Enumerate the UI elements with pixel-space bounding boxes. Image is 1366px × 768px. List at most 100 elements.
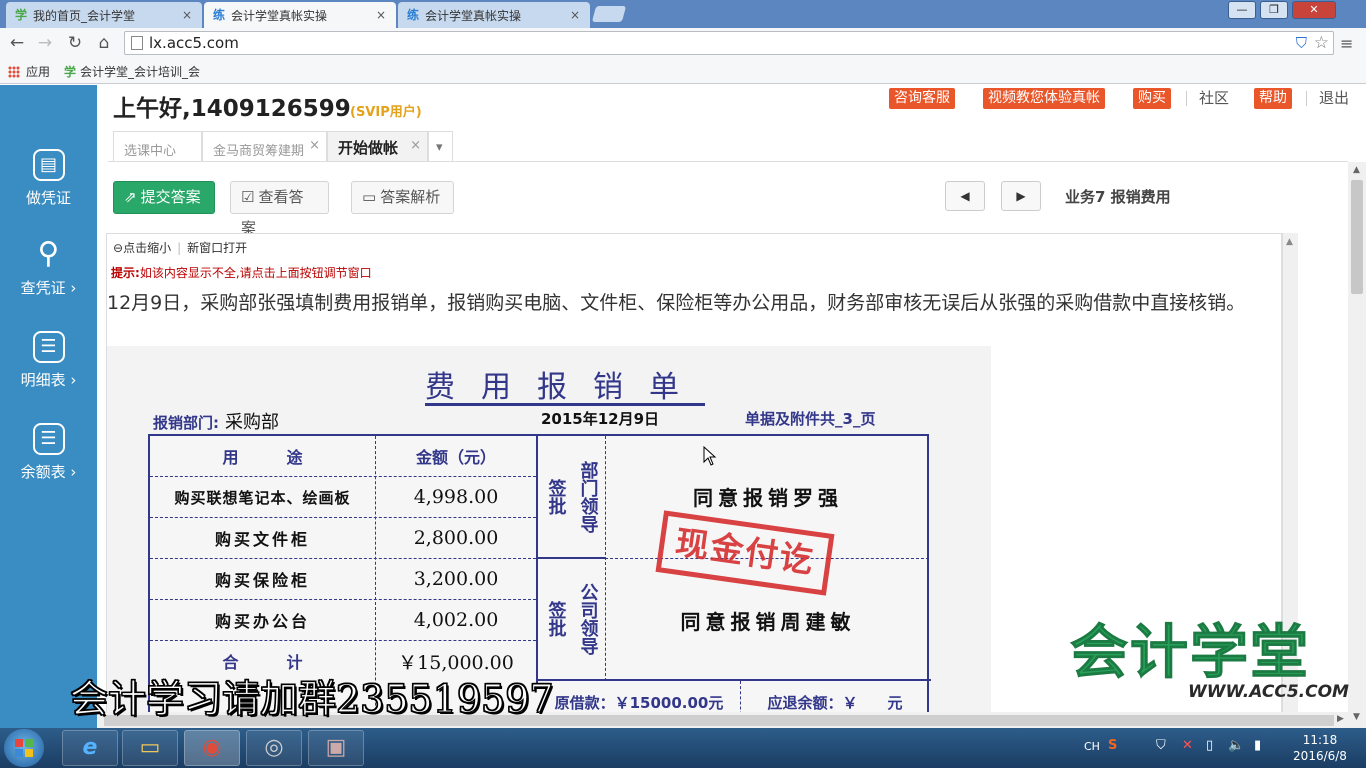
voucher-attachments: 单据及附件共_3_页 xyxy=(745,410,876,428)
community-link[interactable]: 社区 xyxy=(1199,88,1229,109)
divider: | xyxy=(177,241,182,255)
tabs-dropdown-icon[interactable]: ▾ xyxy=(428,131,453,161)
new-tab-button[interactable] xyxy=(591,6,627,22)
help-link[interactable]: 帮助 xyxy=(1254,88,1292,109)
tab-close-icon[interactable]: × xyxy=(410,138,421,153)
bookmark-acc5[interactable]: 学 会计学堂_会计培训_会 xyxy=(64,63,200,80)
frame-toolbar: ⊖点击缩小 | 新窗口打开 xyxy=(113,239,247,256)
list-icon: ☰ xyxy=(32,423,65,455)
menu-icon[interactable]: ≡ xyxy=(1340,34,1353,53)
tab-jinma-prep[interactable]: 金马商贸筹建期 × xyxy=(202,131,327,161)
next-business-button[interactable]: ▶ xyxy=(1001,181,1041,211)
volume-icon[interactable]: 🔈 xyxy=(1228,738,1244,753)
sidebar-item-label: 做凭证 xyxy=(25,189,71,207)
sidebar-item-balance-sheet[interactable]: ☰ 余额表 › xyxy=(0,423,97,482)
security-shield-icon[interactable]: ⛉ xyxy=(1156,738,1166,753)
back-icon[interactable]: ← xyxy=(6,32,28,54)
table-row-purpose: 购买文件柜 xyxy=(214,530,310,549)
answer-analysis-button[interactable]: ▭ 答案解析 xyxy=(351,181,454,214)
table-row-purpose: 购买办公台 xyxy=(214,612,310,631)
tip-text: 提示:如该内容显示不全,请点击上面按钮调节窗口 xyxy=(111,264,372,281)
table-row-amount: 3,200.00 xyxy=(413,568,499,590)
site-favicon-icon: 学 xyxy=(64,65,77,79)
scroll-up-icon[interactable]: ▲ xyxy=(1286,237,1293,247)
scrollbar-thumb[interactable] xyxy=(1351,180,1363,294)
file-explorer-icon[interactable]: ▭ xyxy=(122,730,178,766)
page-icon xyxy=(131,36,143,50)
tab-label: 选课中心 xyxy=(124,144,177,159)
reload-icon[interactable]: ↻ xyxy=(64,32,86,54)
buy-link[interactable]: 购买 xyxy=(1133,88,1171,109)
network-error-icon[interactable]: ✕ xyxy=(1182,738,1193,753)
url-text[interactable]: lx.acc5.com xyxy=(149,34,239,52)
site-favicon-icon: 练 xyxy=(406,8,419,22)
submit-answer-button[interactable]: ⇗ 提交答案 xyxy=(113,181,215,214)
recorder-icon[interactable]: ▣ xyxy=(308,730,364,766)
close-window-button[interactable]: ✕ xyxy=(1292,1,1336,19)
button-label: 答案解析 xyxy=(380,188,441,206)
chrome-icon[interactable]: ◉ xyxy=(184,730,240,766)
tab-close-icon[interactable]: × xyxy=(182,8,192,22)
windows-logo-icon xyxy=(15,739,33,757)
dept-label: 报销部门: xyxy=(153,414,219,432)
browser-tab-practice-active[interactable]: 练 会计学堂真帐实操 × xyxy=(204,2,396,28)
tab-course-center[interactable]: 选课中心 xyxy=(113,131,202,161)
shield-icon[interactable]: ⛉ xyxy=(1296,34,1307,52)
media-player-icon[interactable]: ◎ xyxy=(246,730,302,766)
study-group-caption: 会计学习请加群235519597 xyxy=(69,676,554,721)
logout-link[interactable]: 退出 xyxy=(1319,88,1349,109)
button-label: 提交答案 xyxy=(140,188,201,206)
question-text: 12月9日，采购部张强填制费用报销单，报销购买电脑、文件柜、保险柜等办公用品，财… xyxy=(107,292,1246,314)
scroll-up-icon[interactable]: ▲ xyxy=(1353,165,1360,175)
system-clock[interactable]: 11:18 2016/6/8 xyxy=(1290,732,1350,764)
sidebar-item-make-voucher[interactable]: ▤ 做凭证 xyxy=(0,149,97,208)
bookmark-apps[interactable]: 应用 xyxy=(8,63,50,80)
new-window-link[interactable]: 新窗口打开 xyxy=(187,241,247,255)
browser-tab-practice[interactable]: 练 会计学堂真帐实操 × xyxy=(398,2,590,28)
voucher-title: 费用报销单 xyxy=(425,370,705,405)
sidebar-item-detail-ledger[interactable]: ☰ 明细表 › xyxy=(0,331,97,390)
internet-explorer-icon[interactable]: e xyxy=(62,730,118,766)
search-icon: ⚲ xyxy=(37,236,60,271)
business-title: 业务7 报销费用 xyxy=(1065,188,1171,206)
view-answer-button[interactable]: ☑ 查看答案 xyxy=(230,181,329,237)
watermark-main: 会计学堂 xyxy=(1069,618,1311,686)
windows-taskbar: e ▭ ◉ ◎ ▣ CH S ⛉ ✕ ▯ 🔈 ▮ 11:18 2016/6/8 xyxy=(0,728,1366,768)
tab-start-bookkeeping[interactable]: 开始做帐 × xyxy=(327,131,428,161)
signal-icon[interactable]: ▮ xyxy=(1254,738,1261,753)
scroll-right-icon[interactable]: ▶ xyxy=(1337,714,1344,724)
refund-balance: 应退余额：￥ 元 xyxy=(767,693,903,712)
scroll-down-icon[interactable]: ▼ xyxy=(1353,712,1360,722)
browser-tab-home[interactable]: 学 我的首页_会计学堂 × xyxy=(6,2,202,28)
bookmarks-bar: 应用 学 会计学堂_会计培训_会 xyxy=(0,58,1366,84)
sidebar-item-search-voucher[interactable]: ⚲ 查凭证 › xyxy=(0,239,97,298)
address-bar[interactable]: lx.acc5.com ⛉ ☆ xyxy=(124,31,1334,55)
maximize-button[interactable]: ❐ xyxy=(1260,1,1288,19)
bookmark-star-icon[interactable]: ☆ xyxy=(1314,33,1329,53)
input-language[interactable]: CH xyxy=(1084,740,1100,753)
dept-sign-cell: 签批 部门领导 xyxy=(538,436,605,557)
sogou-icon[interactable]: S xyxy=(1108,738,1117,753)
tab-close-icon[interactable]: × xyxy=(570,8,580,22)
tab-close-icon[interactable]: × xyxy=(376,8,386,22)
dept-leader-label: 部门领导 xyxy=(577,460,599,533)
forward-icon[interactable]: → xyxy=(34,32,56,54)
minimize-button[interactable]: — xyxy=(1228,1,1256,19)
external-link-icon: ⇗ xyxy=(124,188,137,206)
browser-toolbar: ← → ↻ ⌂ lx.acc5.com ⛉ ☆ ≡ xyxy=(0,28,1366,58)
dept-opinion: 同意报销罗强 xyxy=(693,485,843,510)
tabs-underline xyxy=(108,161,1348,162)
zoom-out-icon[interactable]: ⊖ xyxy=(113,241,123,255)
consult-link[interactable]: 咨询客服 xyxy=(889,88,955,109)
video-tutorial-link[interactable]: 视频教您体验真帐 xyxy=(983,88,1105,109)
zoom-out-link[interactable]: 点击缩小 xyxy=(123,241,171,255)
home-icon[interactable]: ⌂ xyxy=(93,32,115,54)
start-button[interactable] xyxy=(4,729,44,767)
table-row-purpose: 购买联想笔记本、绘画板 xyxy=(174,488,351,507)
prev-business-button[interactable]: ◀ xyxy=(945,181,985,211)
tab-title: 会计学堂真帐实操 xyxy=(231,8,328,23)
divider xyxy=(1186,91,1187,106)
battery-icon[interactable]: ▯ xyxy=(1206,738,1213,753)
tab-close-icon[interactable]: × xyxy=(309,138,320,153)
page-scrollbar-vertical[interactable]: ▲ ▼ xyxy=(1348,162,1366,728)
